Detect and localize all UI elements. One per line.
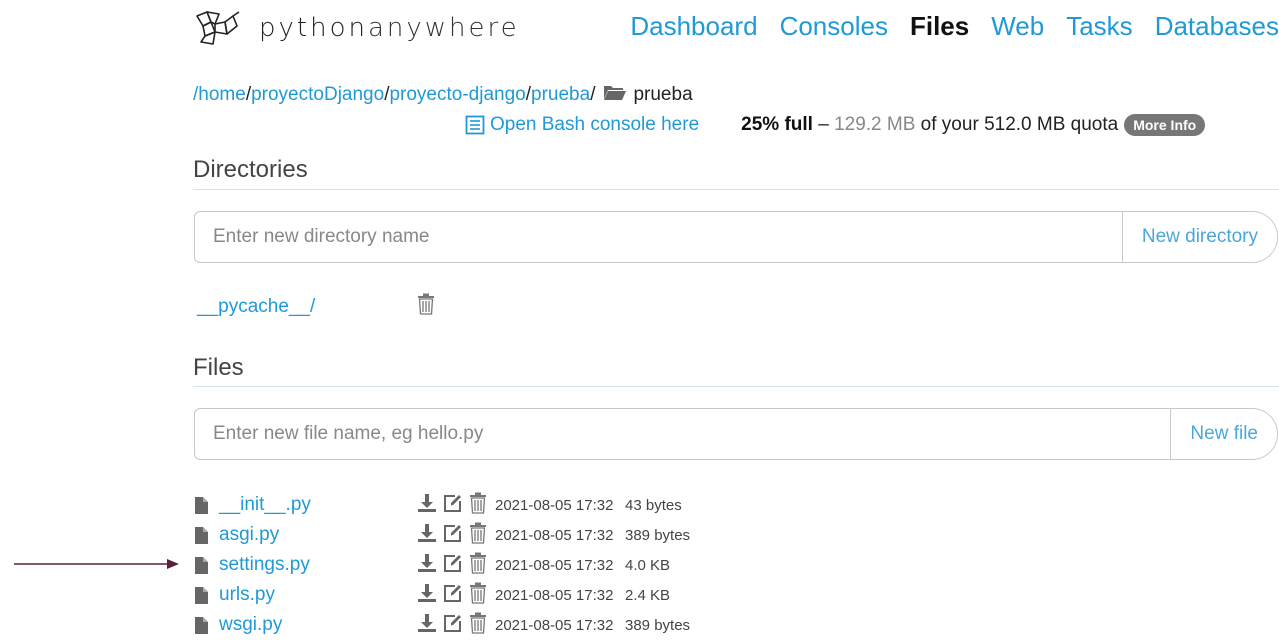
new-directory-input[interactable] — [195, 212, 1122, 262]
new-file-input[interactable] — [195, 409, 1171, 459]
breadcrumb-proyecto-django[interactable]: proyecto-django — [389, 84, 525, 106]
quota-used: 129.2 MB — [834, 114, 916, 135]
file-size: 389 bytes — [625, 616, 691, 634]
snake-logo-icon — [196, 11, 240, 45]
file-actions — [417, 492, 487, 519]
file-actions — [417, 522, 487, 549]
file-size: 43 bytes — [625, 496, 682, 514]
file-row: asgi.py 2021-08-05 17:32 389 bytes — [195, 520, 690, 550]
quota-dash: – — [812, 114, 835, 135]
file-actions — [417, 612, 487, 639]
nav-files[interactable]: Files — [910, 11, 969, 42]
edit-icon[interactable] — [443, 553, 463, 578]
delete-file-icon[interactable] — [469, 612, 487, 639]
quota-percent: 25% full — [741, 114, 813, 135]
quota-of: of your — [915, 114, 985, 135]
pythonanywhere-logo[interactable]: pythonanywhere — [193, 8, 520, 48]
file-link[interactable]: settings.py — [219, 554, 417, 576]
console-icon — [465, 115, 485, 135]
download-icon[interactable] — [417, 553, 437, 578]
file-size: 4.0 KB — [625, 556, 671, 574]
open-bash-console-label: Open Bash console here — [490, 114, 700, 135]
nav-consoles[interactable]: Consoles — [780, 11, 888, 42]
new-directory-form: New directory — [194, 211, 1278, 263]
file-size: 2.4 KB — [625, 586, 671, 604]
new-file-form: New file — [194, 408, 1278, 460]
file-row: urls.py 2021-08-05 17:32 2.4 KB — [195, 580, 690, 610]
directory-row: __pycache__/ — [197, 293, 434, 318]
file-row: settings.py 2021-08-05 17:32 4.0 KB — [195, 550, 690, 580]
open-folder-icon — [603, 83, 627, 107]
file-link[interactable]: asgi.py — [219, 524, 417, 546]
edit-icon[interactable] — [443, 613, 463, 638]
file-link[interactable]: urls.py — [219, 584, 417, 606]
delete-file-icon[interactable] — [469, 552, 487, 579]
file-date: 2021-08-05 17:32 — [495, 586, 614, 604]
new-file-button[interactable]: New file — [1170, 409, 1277, 459]
download-icon[interactable] — [417, 493, 437, 518]
nav-web[interactable]: Web — [991, 11, 1044, 42]
nav-tasks[interactable]: Tasks — [1066, 11, 1132, 42]
delete-file-icon[interactable] — [469, 492, 487, 519]
more-info-button[interactable]: More Info — [1124, 114, 1206, 136]
disk-quota: 25% full – 129.2 MB of your 512.0 MB quo… — [741, 114, 1206, 136]
file-icon — [195, 526, 209, 544]
new-directory-button[interactable]: New directory — [1121, 212, 1277, 262]
edit-icon[interactable] — [443, 493, 463, 518]
breadcrumb: /home / proyectoDjango / proyecto-django… — [193, 83, 693, 107]
file-date: 2021-08-05 17:32 — [495, 496, 614, 514]
download-icon[interactable] — [417, 583, 437, 608]
file-icon — [195, 586, 209, 604]
file-icon — [195, 496, 209, 514]
breadcrumb-home[interactable]: /home — [193, 84, 246, 106]
breadcrumb-proyectodjango[interactable]: proyectoDjango — [251, 84, 384, 106]
file-actions — [417, 552, 487, 579]
nav-databases[interactable]: Databases — [1155, 11, 1279, 42]
breadcrumb-prueba[interactable]: prueba — [531, 84, 590, 106]
edit-icon[interactable] — [443, 583, 463, 608]
directory-link[interactable]: __pycache__/ — [197, 296, 315, 318]
file-icon — [195, 556, 209, 574]
open-bash-console-link[interactable]: Open Bash console here — [465, 114, 699, 136]
files-divider — [193, 386, 1279, 387]
quota-total: 512.0 MB quota — [984, 114, 1119, 135]
file-row: __init__.py 2021-08-05 17:32 43 bytes — [195, 490, 690, 520]
breadcrumb-separator: / — [590, 84, 596, 105]
file-icon — [195, 616, 209, 634]
download-icon[interactable] — [417, 523, 437, 548]
brand-name: pythonanywhere — [259, 13, 520, 43]
file-list: __init__.py 2021-08-05 17:32 43 bytes as… — [195, 490, 690, 640]
directory-toolbar: Open Bash console here 25% full – 129.2 … — [465, 114, 1206, 136]
edit-icon[interactable] — [443, 523, 463, 548]
file-link[interactable]: wsgi.py — [219, 614, 417, 636]
main-nav: Dashboard Consoles Files Web Tasks Datab… — [630, 8, 1279, 44]
file-date: 2021-08-05 17:32 — [495, 556, 614, 574]
nav-dashboard[interactable]: Dashboard — [630, 11, 757, 42]
annotation-arrow-icon — [14, 559, 179, 569]
directories-divider — [193, 189, 1279, 190]
files-heading: Files — [193, 354, 244, 381]
file-link[interactable]: __init__.py — [219, 494, 417, 516]
current-directory: prueba — [633, 84, 693, 105]
delete-file-icon[interactable] — [469, 522, 487, 549]
file-date: 2021-08-05 17:32 — [495, 616, 614, 634]
download-icon[interactable] — [417, 613, 437, 638]
delete-file-icon[interactable] — [469, 582, 487, 609]
file-size: 389 bytes — [625, 526, 691, 544]
file-date: 2021-08-05 17:32 — [495, 526, 614, 544]
directories-heading: Directories — [193, 156, 308, 183]
file-row: wsgi.py 2021-08-05 17:32 389 bytes — [195, 610, 690, 640]
file-actions — [417, 582, 487, 609]
delete-directory-icon[interactable] — [417, 293, 435, 321]
